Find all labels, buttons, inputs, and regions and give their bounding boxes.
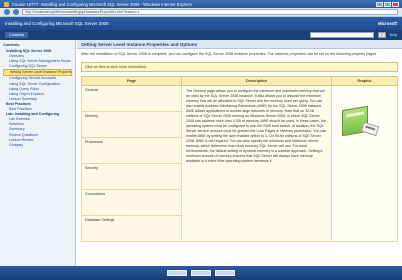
page-cell[interactable]: Security <box>81 163 182 190</box>
forward-icon[interactable] <box>13 9 19 15</box>
page-cell[interactable]: Connections <box>81 189 182 216</box>
back-icon[interactable] <box>4 9 10 15</box>
bottom-nav-bar <box>0 266 402 280</box>
description-cell: The General page allows you to configure… <box>181 85 332 242</box>
home-button[interactable] <box>191 270 211 276</box>
properties-table: Page Description Graphic General The Gen… <box>81 76 398 242</box>
maximize-button[interactable] <box>384 1 391 7</box>
previous-button[interactable] <box>167 270 187 276</box>
table-row: General The General page allows you to c… <box>81 85 398 242</box>
sidebar-item[interactable]: Glossary <box>3 143 72 148</box>
browser-icon <box>4 1 9 7</box>
sidebar-list: Installing SQL Server 2008 Overview Using … <box>3 49 72 148</box>
url-field[interactable]: http://localhost/sqlkit/lesson/settingup… <box>22 9 398 15</box>
minimize-button[interactable] <box>376 1 383 7</box>
page-cell[interactable]: Memory <box>81 111 182 138</box>
graphic-cell <box>331 85 398 242</box>
sidebar-heading: Contents <box>3 43 20 47</box>
tab-contents[interactable]: Contents <box>5 32 29 38</box>
column-header-page: Page <box>81 76 182 86</box>
page-cell[interactable]: Database Settings <box>81 215 182 242</box>
column-header-description: Description <box>181 76 332 86</box>
page-title: Setting Server Level Instance Properties… <box>77 40 402 49</box>
page-cell[interactable]: Processors <box>81 137 182 164</box>
search-button[interactable]: › <box>377 32 386 38</box>
window-titlebar: Course 10777: Installing and Configuring… <box>0 0 402 8</box>
window-title: Course 10777: Installing and Configuring… <box>12 1 193 7</box>
app-title: Installing and Configuring Microsoft SQL… <box>5 21 109 26</box>
memory-card-icon <box>360 121 380 137</box>
intro-text: After the installation of SQL Server 200… <box>81 52 378 56</box>
main-content: Setting Server Level Instance Properties… <box>77 40 402 266</box>
app-header: Installing and Configuring Microsoft SQL… <box>0 17 402 30</box>
next-button[interactable] <box>215 270 235 276</box>
help-link[interactable]: Help <box>390 33 397 37</box>
window-controls <box>376 1 402 7</box>
search-input[interactable] <box>309 32 374 38</box>
sidebar-item[interactable]: Setting Server Level Instance Properties… <box>3 69 72 77</box>
brand-logo: Microsoft <box>378 21 397 26</box>
sidebar-nav: Contents Installing SQL Server 2008 Overv… <box>0 40 76 266</box>
column-header-graphic: Graphic <box>331 76 398 86</box>
server-graphic <box>332 86 397 236</box>
page-cell[interactable]: General <box>81 85 182 112</box>
close-button[interactable] <box>392 1 399 7</box>
address-bar: http://localhost/sqlkit/lesson/settingup… <box>0 8 402 17</box>
app-toolbar: Contents › Help <box>0 30 402 40</box>
table-header-row: Page Description Graphic <box>81 76 398 86</box>
note-box: Click an item to view more information. <box>81 62 398 72</box>
